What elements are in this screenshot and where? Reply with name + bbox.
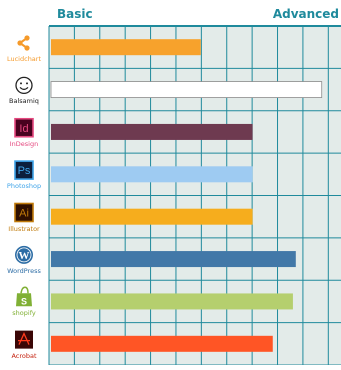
svg-text:W: W (19, 250, 30, 262)
category-label-illustrator: Illustrator (8, 224, 40, 233)
category-label-acrobat: Acrobat (11, 351, 37, 360)
category-label-balsamiq: Balsamiq (9, 97, 39, 106)
photoshop-icon: Ps (14, 160, 34, 180)
svg-text:Ps: Ps (18, 165, 31, 177)
bar-balsamiq (50, 81, 323, 98)
category-label-wordpress: WordPress (7, 266, 41, 275)
bar-indesign (51, 123, 253, 140)
bar-acrobat (51, 335, 273, 352)
bar-photoshop (51, 166, 253, 183)
bar-illustrator (51, 208, 253, 225)
indesign-icon: Id (14, 117, 34, 138)
basic-label: Basic (57, 7, 93, 21)
acrobat-icon (15, 330, 33, 349)
svg-text:Ai: Ai (19, 208, 29, 220)
category-label-indesign: InDesign (9, 139, 39, 148)
advanced-label: Advanced (272, 7, 339, 21)
bar-shopify (51, 293, 293, 310)
category-label-shopify: shopify (12, 309, 36, 318)
category-label-lucidchart: Lucidchart (6, 55, 42, 63)
svg-text:Id: Id (19, 123, 28, 135)
svg-text:S: S (21, 296, 27, 306)
balsamiq-smiley-icon (15, 76, 33, 95)
bar-lucidchart (51, 39, 201, 56)
category-label-photoshop: Photoshop (6, 182, 42, 191)
bar-wordpress (51, 251, 296, 268)
illustrator-icon: Ai (14, 202, 34, 223)
chart-plot: Id Ps Ai W S (0, 25, 341, 366)
wordpress-icon: W (15, 245, 33, 264)
skills-chart: Id Ps Ai W S Basic Advanced Lucidchart Balsam… (0, 0, 341, 366)
